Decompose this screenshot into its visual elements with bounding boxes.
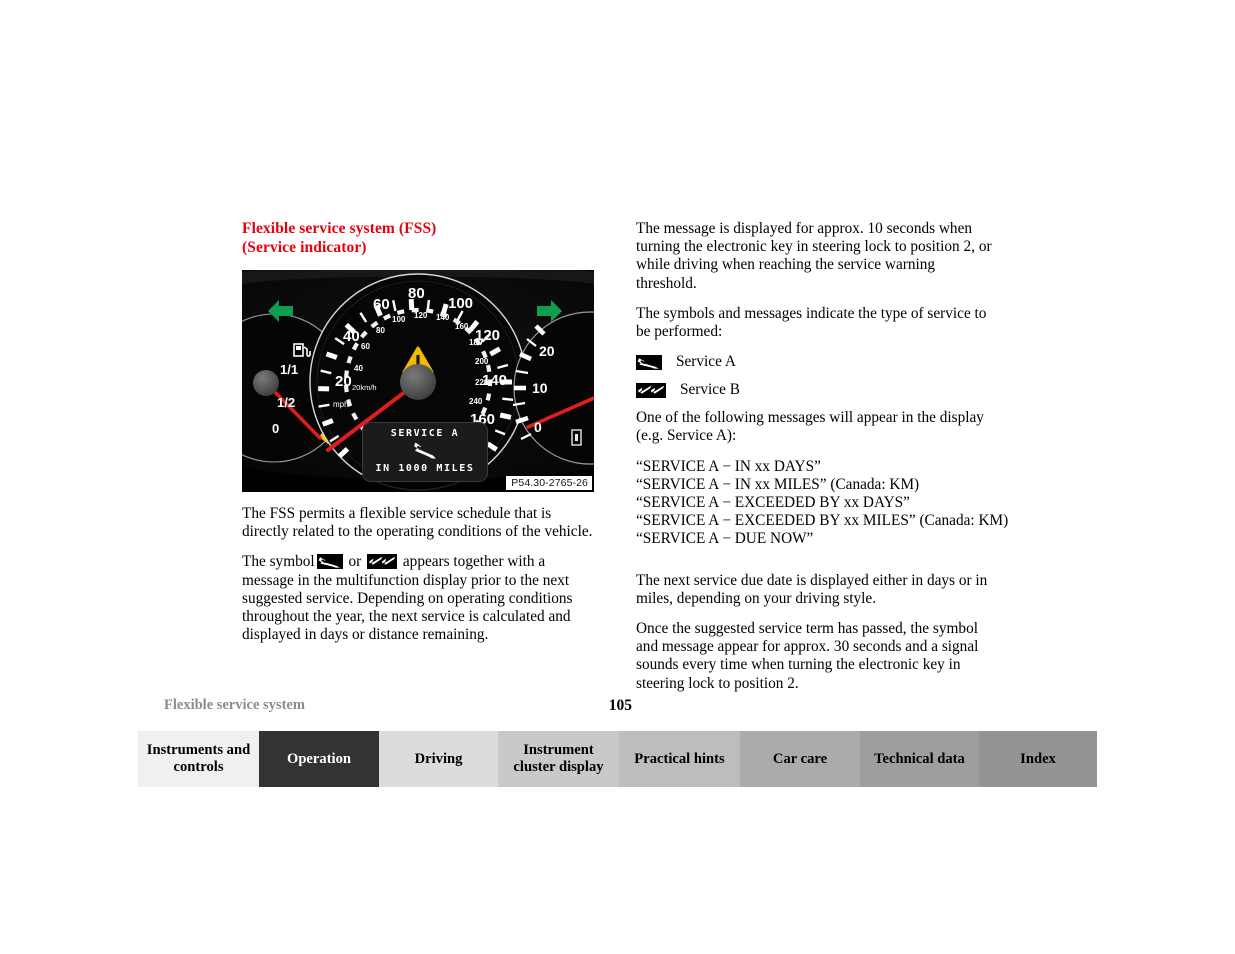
left-para2-or: or (348, 553, 362, 571)
left-paragraph-1: The FSS permits a flexible service sched… (242, 505, 593, 541)
page-title: Flexible service system (FSS) (Service i… (242, 220, 602, 257)
tab-car-care[interactable]: Car care (740, 731, 860, 787)
tab-instruments-and-controls[interactable]: Instruments and controls (138, 731, 259, 787)
left-turn-signal-icon (266, 298, 296, 329)
speedo-mph-unit: mph (333, 400, 349, 409)
left-paragraph-2: The symbol or appears together with a me… (242, 553, 594, 644)
speedo-kmh-60: 60 (361, 342, 370, 351)
service-b-symbol (367, 554, 398, 570)
service-message: “SERVICE A − DUE NOW” (636, 530, 814, 548)
right-paragraph-4: The next service due date is displayed e… (636, 571, 988, 607)
right-paragraph-2: The symbols and messages indicate the ty… (636, 304, 987, 341)
page-title-line1: Flexible service system (FSS) (242, 220, 437, 237)
speedo-mph-80: 80 (408, 285, 425, 302)
right-paragraph-3: One of the following messages will appea… (636, 409, 984, 445)
speedo-kmh-100: 100 (392, 315, 406, 324)
tab-practical-hints[interactable]: Practical hints (619, 731, 740, 787)
tach-label-20: 20 (539, 343, 555, 359)
service-a-symbol (316, 554, 343, 570)
fuel-label-half: 1/2 (277, 395, 296, 410)
service-a-row: Service A (636, 353, 996, 371)
speedo-mph-40: 40 (343, 328, 360, 345)
tab-operation[interactable]: Operation (259, 731, 379, 787)
speedo-mph-60: 60 (373, 296, 390, 313)
page-title-line2: (Service indicator) (242, 238, 367, 256)
service-a-symbol (636, 354, 662, 370)
service-message: “SERVICE A − EXCEEDED BY xx MILES” (Cana… (636, 512, 1009, 530)
speedo-kmh-220: 220 (475, 378, 489, 387)
mfd-line-1: SERVICE A (390, 428, 460, 439)
right-paragraph-1: The message is displayed for approx. 10 … (636, 220, 992, 292)
page-footer: Flexible service system 105 (164, 697, 632, 717)
figure-reference: P54.30-2765-26 (505, 475, 593, 491)
left-column: Flexible service system (FSS) (Service i… (242, 220, 602, 267)
left-para2-part1: The symbol (242, 553, 315, 571)
multifunction-display: SERVICE A IN 1000 MILES (362, 422, 488, 482)
service-b-symbol (636, 382, 666, 398)
speedo-kmh-160: 160 (455, 322, 469, 331)
chapter-tab-bar[interactable]: Instruments and controls Operation Drivi… (138, 731, 1097, 787)
left-column-body: The FSS permits a flexible service sched… (242, 505, 594, 656)
mfd-wrench-icon (363, 441, 487, 460)
page-number: 105 (608, 697, 632, 714)
tab-instrument-cluster-display[interactable]: Instrument cluster display (498, 731, 619, 787)
instrument-cluster-figure: 20 40 60 80 100 120 140 160 20km/h 40 60… (242, 270, 594, 492)
speedo-kmh-40: 40 (354, 364, 363, 373)
service-message: “SERVICE A − EXCEEDED BY xx DAYS” (636, 494, 910, 512)
tab-driving[interactable]: Driving (379, 731, 498, 787)
tab-index[interactable]: Index (979, 731, 1097, 787)
speedo-mph-20: 20 (335, 373, 352, 390)
speedo-kmh-200: 200 (475, 357, 489, 366)
speedo-kmh-240: 240 (469, 397, 483, 406)
speedo-kmh-140: 140 (436, 313, 450, 322)
right-turn-signal-icon (534, 298, 564, 329)
manual-page: Flexible service system (FSS) (Service i… (0, 0, 1235, 954)
cluster-background: 20 40 60 80 100 120 140 160 20km/h 40 60… (242, 270, 594, 492)
service-a-label: Service A (676, 353, 736, 371)
speedo-kmh-180: 180 (469, 338, 483, 347)
tab-technical-data[interactable]: Technical data (860, 731, 979, 787)
speedo-kmh-unit: 20km/h (352, 383, 377, 392)
tach-label-10: 10 (532, 380, 548, 396)
service-message-list: “SERVICE A − IN xx DAYS” “SERVICE A − IN… (636, 457, 1009, 549)
speedo-kmh-80: 80 (376, 326, 385, 335)
service-b-row: Service B (636, 381, 996, 399)
service-message: “SERVICE A − IN xx DAYS” (636, 457, 821, 475)
service-b-label: Service B (680, 381, 740, 399)
right-column: The message is displayed for approx. 10 … (636, 220, 1009, 705)
service-message: “SERVICE A − IN xx MILES” (Canada: KM) (636, 475, 920, 493)
footer-section-title: Flexible service system (164, 697, 305, 713)
fuel-label-empty: 0 (272, 421, 280, 436)
fuel-label-full: 1/1 (280, 362, 299, 377)
speedo-kmh-120: 120 (414, 311, 428, 320)
tach-label-0: 0 (534, 419, 542, 435)
mfd-line-3: IN 1000 MILES (375, 463, 475, 474)
speedo-mph-100: 100 (448, 295, 474, 312)
right-paragraph-5: Once the suggested service term has pass… (636, 620, 979, 692)
